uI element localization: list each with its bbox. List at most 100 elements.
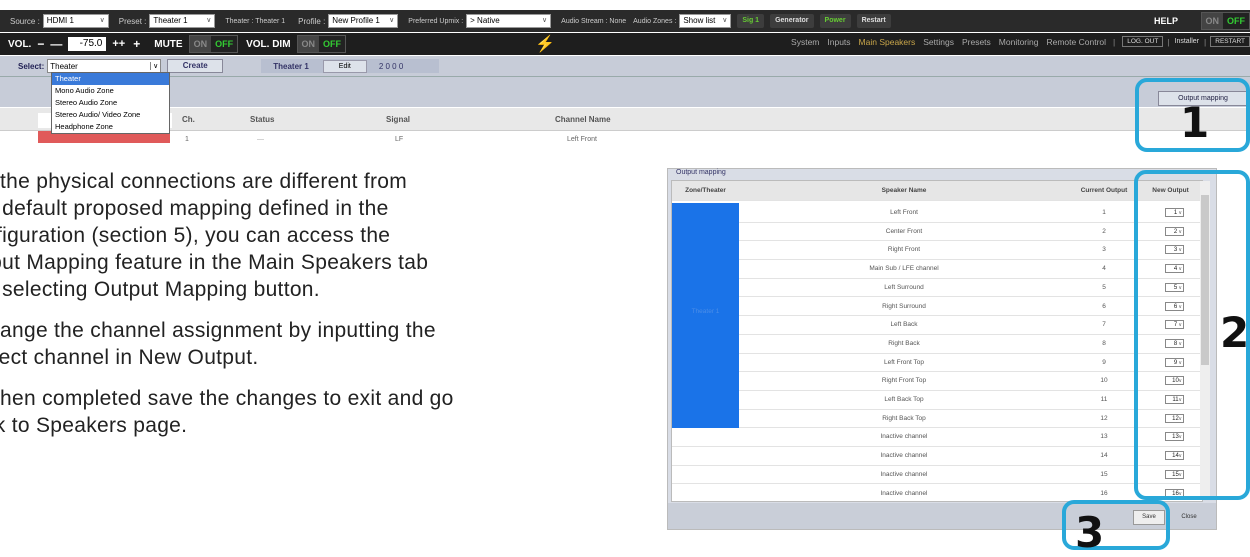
power-button[interactable]: Power bbox=[820, 14, 851, 28]
mute-off: OFF bbox=[211, 36, 237, 52]
dropdown-option[interactable]: Theater bbox=[52, 73, 169, 85]
speaker-name: Left Front bbox=[739, 209, 1069, 216]
dropdown-option[interactable]: Mono Audio Zone bbox=[52, 85, 169, 97]
zone-info: Theater 1 Edit 2 0 0 0 bbox=[261, 59, 439, 73]
top-control-bar: Source : HDMI 1∨ Preset : Theater 1∨ The… bbox=[0, 10, 1250, 32]
speaker-name: Inactive channel bbox=[739, 433, 1069, 440]
vol-dim-toggle[interactable]: ON OFF bbox=[297, 35, 347, 53]
current-output: 1 bbox=[1069, 209, 1139, 216]
table-row[interactable]: 1 — LF Left Front bbox=[0, 131, 1250, 143]
zone-cell: Theater 1 bbox=[672, 203, 739, 428]
profile-label: Profile : bbox=[298, 17, 325, 26]
text-line: nfiguration (section 5), you can access … bbox=[0, 222, 640, 249]
text-line: ck to Speakers page. bbox=[0, 412, 640, 439]
table-row: Right Front33 bbox=[672, 240, 1202, 260]
current-output: 15 bbox=[1069, 471, 1139, 478]
dropdown-option[interactable]: Stereo Audio Zone bbox=[52, 97, 169, 109]
help-on: ON bbox=[1202, 13, 1224, 29]
preset-value: Theater 1 bbox=[153, 14, 187, 28]
audio-stream-label: Audio Stream : None bbox=[561, 18, 626, 25]
table-row: Inactive channel1515 bbox=[672, 465, 1202, 485]
col-speaker-name: Speaker Name bbox=[739, 187, 1069, 194]
bolt-icon[interactable]: ⚡ bbox=[535, 34, 555, 54]
chevron-down-icon: ∨ bbox=[722, 14, 727, 28]
table-row: Center Front22 bbox=[672, 222, 1202, 242]
callout-number-3: 3 bbox=[1075, 508, 1104, 557]
tab-settings[interactable]: Settings bbox=[919, 37, 958, 47]
tab-divider: | bbox=[1204, 37, 1206, 47]
dropdown-option[interactable]: Headphone Zone bbox=[52, 121, 169, 133]
preset-select[interactable]: Theater 1∨ bbox=[149, 14, 215, 28]
help-off: OFF bbox=[1223, 13, 1249, 29]
upmix-value: > Native bbox=[470, 14, 500, 28]
current-output: 5 bbox=[1069, 284, 1139, 291]
speaker-name: Left Front Top bbox=[739, 359, 1069, 366]
edit-button[interactable]: Edit bbox=[323, 60, 367, 73]
zone-name: Theater 1 bbox=[672, 308, 739, 315]
output-mapping-title: Output mapping bbox=[676, 169, 726, 176]
current-output: 9 bbox=[1069, 359, 1139, 366]
main-tabs: System Inputs Main Speakers Settings Pre… bbox=[787, 36, 1250, 47]
mute-label: MUTE bbox=[154, 39, 182, 50]
installer-button[interactable]: Installer bbox=[1175, 38, 1200, 45]
current-output: 11 bbox=[1069, 396, 1139, 403]
col-current-output: Current Output bbox=[1069, 187, 1139, 194]
speaker-name: Inactive channel bbox=[739, 490, 1069, 497]
instruction-step-1: the physical connections are different f… bbox=[0, 168, 640, 303]
profile-select[interactable]: New Profile 1∨ bbox=[328, 14, 398, 28]
volume-label: VOL. bbox=[8, 39, 31, 50]
tab-system[interactable]: System bbox=[787, 37, 823, 47]
mute-toggle[interactable]: ON OFF bbox=[189, 35, 239, 53]
chevron-down-icon: ∨ bbox=[150, 62, 160, 70]
create-button[interactable]: Create bbox=[167, 59, 223, 73]
volume-value[interactable]: -75.0 bbox=[68, 37, 106, 51]
tab-remote-control[interactable]: Remote Control bbox=[1042, 37, 1110, 47]
col-zone: Zone/Theater bbox=[672, 187, 739, 194]
volume-up-big-button[interactable]: ++ bbox=[112, 38, 125, 50]
chevron-down-icon: ∨ bbox=[389, 14, 394, 28]
tab-main-speakers[interactable]: Main Speakers bbox=[855, 37, 920, 47]
text-line: e default proposed mapping defined in th… bbox=[0, 195, 640, 222]
tab-inputs[interactable]: Inputs bbox=[823, 37, 854, 47]
current-output: 13 bbox=[1069, 433, 1139, 440]
current-output: 2 bbox=[1069, 228, 1139, 235]
speaker-name: Inactive channel bbox=[739, 471, 1069, 478]
preset-label: Preset : bbox=[119, 17, 147, 26]
upmix-select[interactable]: > Native ∨ bbox=[466, 14, 551, 28]
table-row: Right Front Top1010 bbox=[672, 371, 1202, 391]
logout-button[interactable]: LOG. OUT bbox=[1122, 36, 1163, 47]
zone-code: 2 0 0 0 bbox=[379, 62, 403, 71]
volume-down-big-button[interactable]: — bbox=[50, 37, 62, 51]
text-line: ange the channel assignment by inputting… bbox=[0, 317, 640, 344]
current-output: 14 bbox=[1069, 452, 1139, 459]
volume-up-button[interactable]: + bbox=[133, 37, 140, 51]
restart-button[interactable]: Restart bbox=[857, 14, 891, 28]
vol-dim-on: ON bbox=[298, 36, 320, 52]
vol-dim-off: OFF bbox=[319, 36, 345, 52]
chevron-down-icon: ∨ bbox=[542, 14, 547, 28]
dropdown-option[interactable]: Stereo Audio/ Video Zone bbox=[52, 109, 169, 121]
source-value: HDMI 1 bbox=[47, 14, 74, 28]
volume-down-button[interactable]: − bbox=[37, 37, 44, 51]
tab-presets[interactable]: Presets bbox=[958, 37, 995, 47]
help-toggle[interactable]: ON OFF bbox=[1201, 12, 1250, 30]
audio-zones-select[interactable]: Show list∨ bbox=[679, 14, 731, 28]
col-channel-name: Channel Name bbox=[555, 115, 611, 124]
close-button[interactable]: Close bbox=[1173, 510, 1205, 525]
restart-system-button[interactable]: RESTART bbox=[1210, 36, 1250, 47]
generator-button[interactable]: Generator bbox=[770, 14, 813, 28]
zone-dropdown: Theater Mono Audio Zone Stereo Audio Zon… bbox=[51, 72, 170, 134]
text-line: d selecting Output Mapping button. bbox=[0, 276, 640, 303]
current-output: 7 bbox=[1069, 321, 1139, 328]
table-row: Left Back Top1111 bbox=[672, 390, 1202, 410]
source-select[interactable]: HDMI 1∨ bbox=[43, 14, 109, 28]
speaker-name: Left Surround bbox=[739, 284, 1069, 291]
speaker-name: Left Back bbox=[739, 321, 1069, 328]
speaker-name: Center Front bbox=[739, 228, 1069, 235]
tab-monitoring[interactable]: Monitoring bbox=[995, 37, 1043, 47]
zone-select[interactable]: Theater ∨ bbox=[47, 59, 161, 73]
current-output: 10 bbox=[1069, 377, 1139, 384]
sig-button[interactable]: Sig 1 bbox=[737, 14, 764, 28]
col-signal: Signal bbox=[386, 115, 410, 124]
table-row: Left Front Top99 bbox=[672, 353, 1202, 373]
